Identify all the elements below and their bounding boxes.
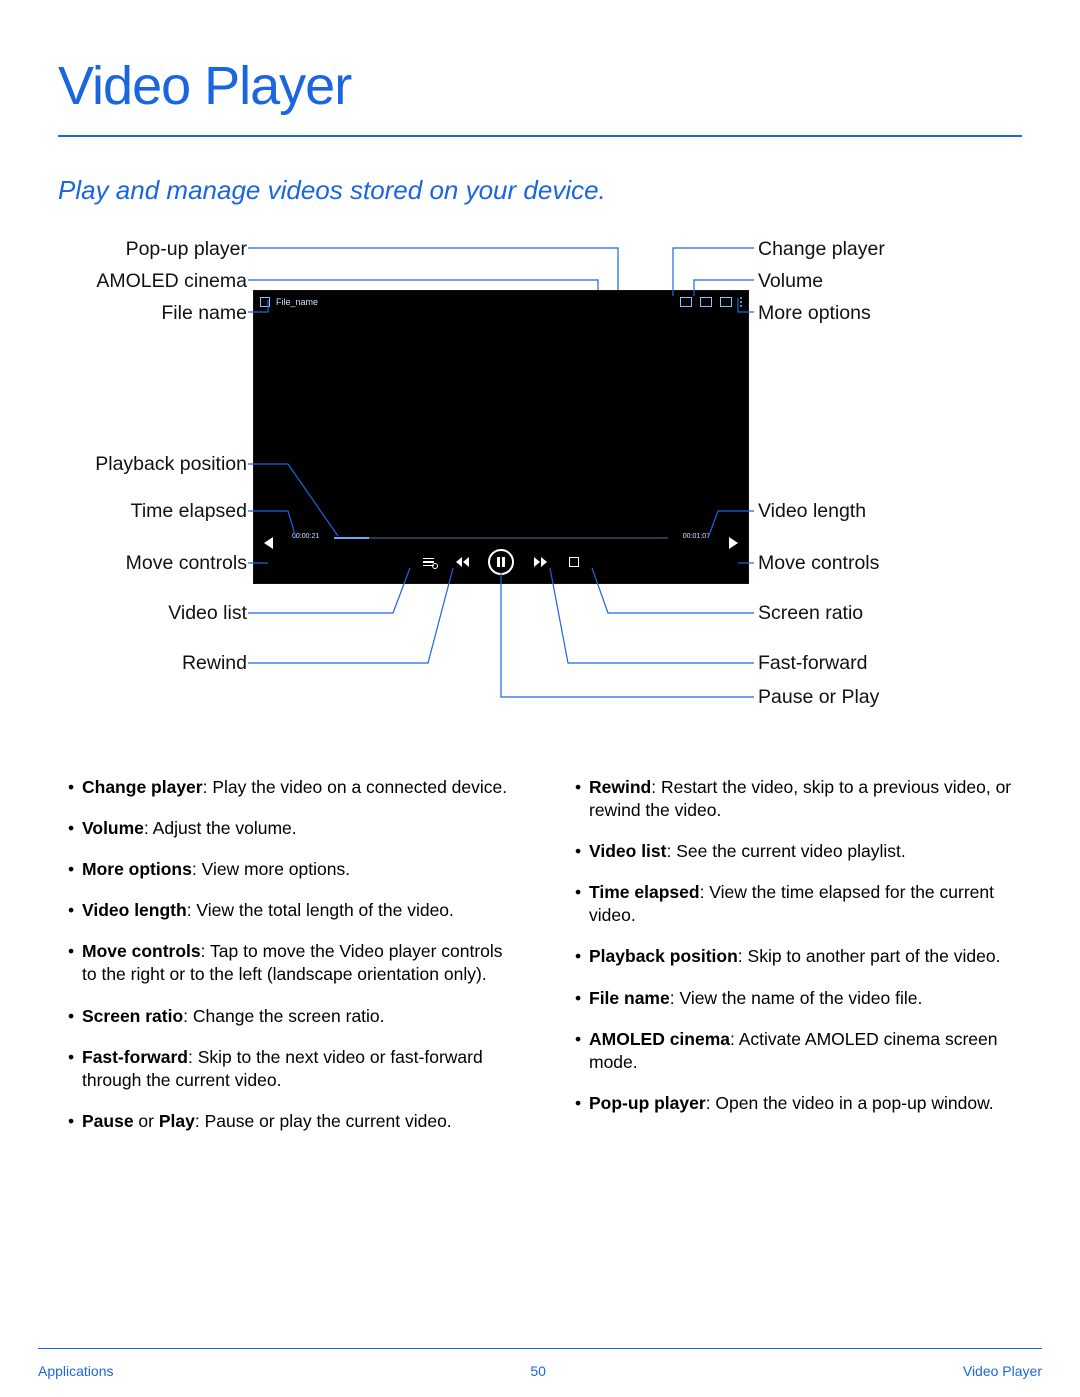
callout-move-controls-right: Move controls <box>758 552 879 575</box>
callout-video-length: Video length <box>758 500 866 523</box>
description-item: More options: View more options. <box>68 858 515 881</box>
description-column-1: Change player: Play the video on a conne… <box>58 776 515 1151</box>
description-item: Change player: Play the video on a conne… <box>68 776 515 799</box>
video-player-mock: File_name 00:00:21 00:01:07 <box>253 290 749 584</box>
description-item: Volume: Adjust the volume. <box>68 817 515 840</box>
video-list-icon[interactable] <box>420 554 436 570</box>
callout-amoled-cinema: AMOLED cinema <box>96 270 247 293</box>
document-page: Video Player Play and manage videos stor… <box>0 0 1080 1397</box>
callout-change-player: Change player <box>758 238 885 261</box>
description-item: Video length: View the total length of t… <box>68 899 515 922</box>
callout-fast-forward: Fast-forward <box>758 652 867 675</box>
popup-toggle-icon[interactable] <box>260 297 270 307</box>
description-item: Playback position: Skip to another part … <box>575 945 1022 968</box>
video-length-readout: 00:01:07 <box>683 533 710 540</box>
player-diagram: Pop-up player AMOLED cinema File name Pl… <box>58 228 1022 768</box>
volume-icon[interactable] <box>720 297 732 307</box>
footer-right: Video Player <box>963 1363 1042 1379</box>
amoled-icon[interactable] <box>680 297 692 307</box>
description-columns: Change player: Play the video on a conne… <box>58 776 1022 1151</box>
callout-popup-player: Pop-up player <box>126 238 247 261</box>
footer-page-number: 50 <box>530 1363 546 1379</box>
play-pause-button[interactable] <box>488 549 514 575</box>
description-item: Fast-forward: Skip to the next video or … <box>68 1046 515 1092</box>
description-item: Rewind: Restart the video, skip to a pre… <box>575 776 1022 822</box>
change-player-icon[interactable] <box>700 297 712 307</box>
callout-playback-position: Playback position <box>95 453 247 476</box>
description-item: Screen ratio: Change the screen ratio. <box>68 1005 515 1028</box>
callout-move-controls-left: Move controls <box>126 552 247 575</box>
callout-volume: Volume <box>758 270 823 293</box>
callout-pause-play: Pause or Play <box>758 686 879 709</box>
description-item: Pause or Play: Pause or play the current… <box>68 1110 515 1133</box>
footer-rule <box>38 1348 1042 1349</box>
description-item: Pop-up player: Open the video in a pop-u… <box>575 1092 1022 1115</box>
file-name-label: File_name <box>276 297 318 307</box>
description-column-2: Rewind: Restart the video, skip to a pre… <box>565 776 1022 1151</box>
more-options-icon[interactable] <box>740 297 742 307</box>
callout-screen-ratio: Screen ratio <box>758 602 863 625</box>
footer-left: Applications <box>38 1363 114 1379</box>
description-item: File name: View the name of the video fi… <box>575 987 1022 1010</box>
description-item: Time elapsed: View the time elapsed for … <box>575 881 1022 927</box>
callout-more-options: More options <box>758 302 871 325</box>
callout-file-name: File name <box>161 302 247 325</box>
description-item: Move controls: Tap to move the Video pla… <box>68 940 515 986</box>
screen-ratio-icon[interactable] <box>566 554 582 570</box>
callout-video-list: Video list <box>168 602 247 625</box>
player-top-bar: File_name <box>254 291 748 313</box>
callout-time-elapsed: Time elapsed <box>131 500 247 523</box>
page-title: Video Player <box>58 55 1022 117</box>
description-item: AMOLED cinema: Activate AMOLED cinema sc… <box>575 1028 1022 1074</box>
rewind-icon[interactable] <box>454 554 470 570</box>
page-footer: Applications 50 Video Player <box>38 1363 1042 1379</box>
description-item: Video list: See the current video playli… <box>575 840 1022 863</box>
fast-forward-icon[interactable] <box>532 554 548 570</box>
intro-text: Play and manage videos stored on your de… <box>58 175 1022 206</box>
time-elapsed-readout: 00:00:21 <box>292 533 319 540</box>
title-rule <box>58 135 1022 137</box>
player-bottom-bar: 00:00:21 00:01:07 <box>254 527 748 583</box>
callout-rewind: Rewind <box>182 652 247 675</box>
